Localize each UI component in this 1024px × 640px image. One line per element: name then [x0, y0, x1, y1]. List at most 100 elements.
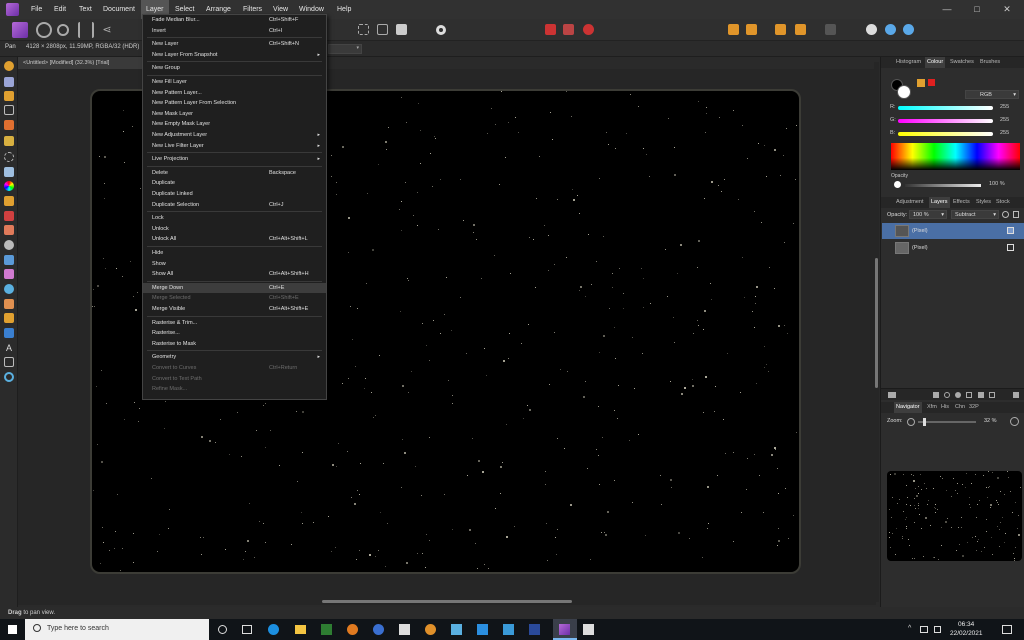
add-layer-icon[interactable] [978, 392, 984, 398]
color-replace-tool-icon[interactable] [4, 211, 14, 221]
flood-select-tool-icon[interactable] [4, 136, 14, 146]
selection-brush-tool-icon[interactable] [4, 120, 14, 130]
pen-tool-icon[interactable] [4, 313, 14, 323]
vertical-scroll-thumb[interactable] [875, 258, 878, 388]
menu-item-delete[interactable]: Delete Backspace [143, 168, 326, 178]
no-colour-icon[interactable] [928, 79, 935, 86]
brush-icon[interactable] [436, 25, 446, 35]
dodge-tool-icon[interactable] [4, 240, 14, 250]
navigator-thumbnail[interactable] [887, 471, 1022, 561]
app-icon-3[interactable] [399, 624, 410, 635]
tray-chevron-icon[interactable]: ^ [908, 625, 911, 632]
layer-stack-icon[interactable] [888, 392, 896, 398]
menu-item-new-adjustment-layer[interactable]: New Adjustment Layer ▸ [143, 130, 326, 140]
menu-document[interactable]: Document [98, 0, 140, 19]
menu-item-duplicate-selection[interactable]: Duplicate Selection Ctrl+J [143, 200, 326, 210]
menu-item-new-pattern-layer-from-selection[interactable]: New Pattern Layer From Selection [143, 98, 326, 108]
move-tool-icon[interactable] [4, 77, 14, 87]
menu-item-live-projection[interactable]: Live Projection ▸ [143, 154, 326, 164]
file-explorer-icon[interactable] [295, 625, 306, 634]
tab-effects[interactable]: Effects [951, 197, 972, 208]
tab-swatches[interactable]: Swatches [948, 57, 976, 68]
tab-transform[interactable]: Xfm [925, 402, 939, 413]
assistant-icon[interactable] [563, 24, 574, 35]
blue-value[interactable]: 255 [1000, 130, 1009, 136]
tab-32p[interactable]: 32P [967, 402, 981, 413]
marquee-tool-icon[interactable] [4, 152, 14, 162]
trash-icon[interactable] [1013, 392, 1019, 398]
export-persona-icon[interactable]: ⋖ [99, 22, 115, 38]
marquee-icon[interactable] [358, 24, 369, 35]
tab-styles[interactable]: Styles [974, 197, 993, 208]
app-icon-8[interactable] [583, 624, 594, 635]
tab-navigator[interactable]: Navigator [894, 402, 922, 413]
erase-brush-tool-icon[interactable] [4, 225, 14, 235]
colour-spectrum[interactable] [891, 143, 1020, 170]
minimize-button[interactable]: — [932, 0, 962, 19]
zoom-slider[interactable] [918, 421, 976, 423]
edge-icon[interactable] [268, 624, 279, 635]
layer-row[interactable]: (Pixel) [882, 240, 1024, 256]
menu-item-duplicate-linked[interactable]: Duplicate Linked [143, 189, 326, 199]
document-tab[interactable]: <Untitled> [Modified] (32.3%) [Trial] [18, 57, 142, 69]
notifications-icon[interactable] [1002, 625, 1012, 634]
boolean-intersect-icon[interactable] [903, 24, 914, 35]
layer-visibility-checkbox[interactable] [1007, 244, 1014, 251]
menu-item-rasterise[interactable]: Rasterise... [143, 328, 326, 338]
tab-channels[interactable]: Chn [953, 402, 967, 413]
cortana-icon[interactable] [218, 625, 227, 634]
app-icon-4[interactable] [425, 624, 436, 635]
tone-mapping-persona-icon[interactable] [78, 22, 94, 38]
primary-colour-swatch[interactable] [897, 85, 911, 99]
layer-opacity-field[interactable]: 100 % ▾ [909, 210, 947, 219]
arrange-front-icon[interactable] [775, 24, 786, 35]
app-icon-1[interactable] [347, 624, 358, 635]
app-icon-6[interactable] [477, 624, 488, 635]
menu-item-lock[interactable]: Lock [143, 213, 326, 223]
tab-colour[interactable]: Colour [925, 57, 946, 68]
tab-brushes[interactable]: Brushes [978, 57, 1002, 68]
fx-icon[interactable] [955, 392, 961, 398]
zoom-slider-handle[interactable] [923, 418, 926, 426]
menu-item-rasterise-trim[interactable]: Rasterise & Trim... [143, 318, 326, 328]
app-icon-5[interactable] [451, 624, 462, 635]
menu-item-merge-down[interactable]: Merge Down Ctrl+E [143, 282, 326, 293]
photo-persona-icon[interactable] [12, 22, 28, 38]
menu-file[interactable]: File [26, 0, 47, 19]
menu-help[interactable]: Help [332, 0, 356, 19]
affinity-photo-taskbar-button[interactable] [553, 619, 577, 640]
maximize-button[interactable]: □ [962, 0, 992, 19]
opacity-value[interactable]: 100 % [989, 181, 1005, 187]
paint-brush-tool-icon[interactable] [4, 196, 14, 206]
red-slider[interactable] [898, 106, 993, 110]
tab-history[interactable]: His [939, 402, 951, 413]
quick-mask-icon[interactable] [396, 24, 407, 35]
tab-stock[interactable]: Stock [994, 197, 1012, 208]
store-icon[interactable] [321, 624, 332, 635]
menu-item-new-empty-mask-layer[interactable]: New Empty Mask Layer [143, 119, 326, 129]
blue-slider[interactable] [898, 132, 993, 136]
menu-item-merge-visible[interactable]: Merge Visible Ctrl+Alt+Shift+E [143, 304, 326, 314]
app-icon-2[interactable] [373, 624, 384, 635]
arrange-forward-icon[interactable] [746, 24, 757, 35]
tab-adjustment[interactable]: Adjustment [894, 197, 926, 208]
pixel-layer-icon[interactable] [989, 392, 995, 398]
selection-mode-icon[interactable] [377, 24, 388, 35]
mask-icon[interactable] [933, 392, 939, 398]
lock-icon[interactable] [1013, 211, 1019, 218]
layer-settings-gear-icon[interactable] [1002, 211, 1009, 218]
menu-item-unlock[interactable]: Unlock [143, 224, 326, 234]
tab-histogram[interactable]: Histogram [894, 57, 923, 68]
arrange-top-icon[interactable] [795, 24, 806, 35]
green-value[interactable]: 255 [1000, 117, 1009, 123]
context-dropdown[interactable]: ▾ [328, 44, 362, 54]
liquify-persona-icon[interactable] [36, 22, 52, 38]
menu-item-new-pattern-layer[interactable]: New Pattern Layer... [143, 88, 326, 98]
menu-item-new-layer-from-snapshot[interactable]: New Layer From Snapshot ▸ [143, 50, 326, 60]
taskbar-search-box[interactable]: Type here to search [25, 619, 209, 640]
shape-tool-icon[interactable] [4, 328, 14, 338]
snapping-icon[interactable] [545, 24, 556, 35]
boolean-subtract-icon[interactable] [885, 24, 896, 35]
menu-item-fade-median-blur[interactable]: Fade Median Blur... Ctrl+Shift+F [143, 15, 326, 25]
menu-text[interactable]: Text [74, 0, 97, 19]
